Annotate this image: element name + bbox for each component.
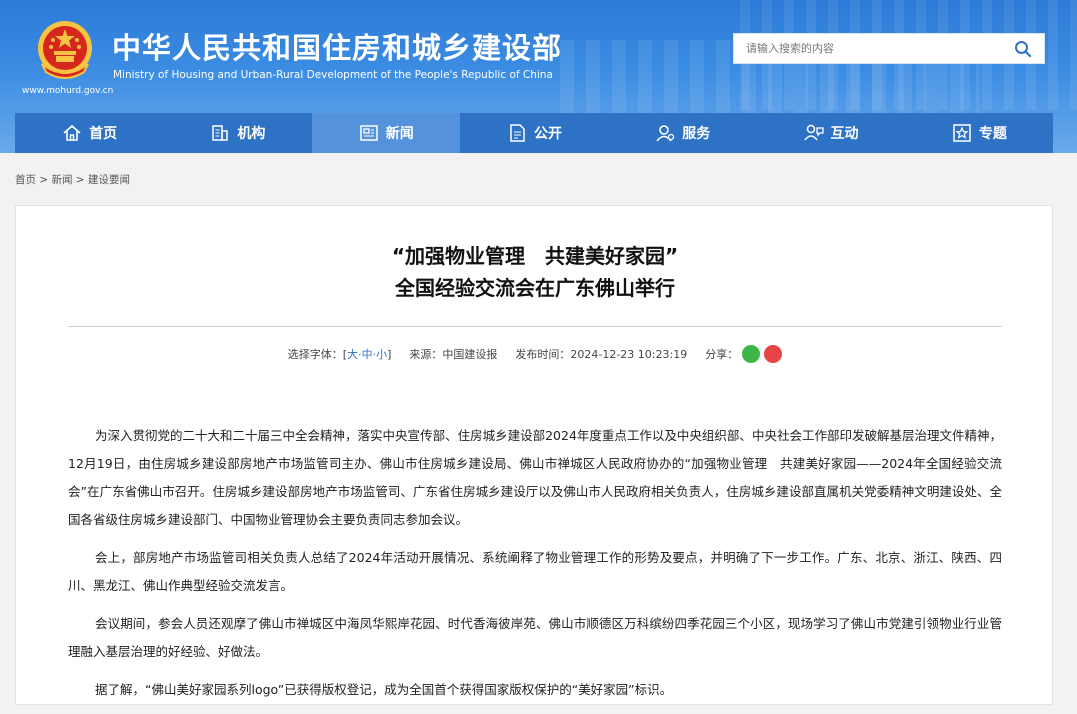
site-subtitle-english: Ministry of Housing and Urban-Rural Deve… — [113, 69, 553, 81]
nav-item-topics[interactable]: 专题 — [905, 113, 1053, 153]
news-icon — [359, 125, 378, 141]
article-title-line2: 全国经验交流会在广东佛山举行 — [395, 276, 675, 300]
article-title-line1: “加强物业管理 共建美好家园” — [391, 244, 679, 268]
font-size-label: 选择字体：[ — [287, 348, 348, 361]
article-meta: 选择字体：[ 大 · 中 · 小 ] 来源：中国建设报 发布时间：2024-12-2… — [16, 345, 1054, 363]
nav-label: 机构 — [237, 126, 266, 142]
article-paragraph: 为深入贯彻党的二十大和二十届三中全会精神，落实中央宣传部、住房城乡建设部2024… — [68, 428, 1002, 527]
nav-item-disclosure[interactable]: 公开 — [460, 113, 608, 153]
font-size-medium-link[interactable]: 中 — [362, 346, 373, 362]
user-service-icon — [656, 125, 675, 142]
article-source: 来源：中国建设报 — [409, 348, 498, 361]
interaction-icon — [803, 124, 824, 141]
share-label: 分享： — [705, 348, 739, 361]
star-icon — [953, 124, 971, 142]
font-size-small-link[interactable]: 小 — [376, 346, 387, 362]
nav-item-home[interactable]: 首页 — [15, 113, 163, 153]
nav-label: 专题 — [978, 126, 1007, 142]
font-size-bracket: ] — [387, 347, 392, 361]
breadcrumb[interactable]: 首页 > 新闻 > 建设要闻 — [15, 172, 130, 187]
nav-item-interaction[interactable]: 互动 — [756, 113, 904, 153]
nav-label: 首页 — [89, 126, 118, 142]
weibo-share-icon[interactable] — [764, 345, 783, 363]
publish-time: 发布时间：2024-12-23 10:23:19 — [515, 348, 688, 361]
building-icon — [212, 125, 229, 141]
nav-item-services[interactable]: 服务 — [608, 113, 756, 153]
nav-label: 新闻 — [385, 126, 414, 142]
home-icon — [63, 124, 81, 141]
nav-item-news[interactable]: 新闻 — [311, 113, 460, 153]
main-nav: 首页 机构 新闻 公开 服务 互动 专题 — [15, 113, 1053, 153]
article-paragraph: 会议期间，参会人员还观摩了佛山市禅城区中海凤华熙岸花园、时代香海彼岸苑、佛山市顺… — [68, 616, 1002, 659]
title-divider — [68, 326, 1002, 327]
nav-label: 服务 — [682, 126, 711, 142]
wechat-share-icon[interactable] — [742, 345, 761, 363]
font-size-large-link[interactable]: 大 — [347, 346, 358, 362]
article-paragraph: 会上，部房地产市场监管司相关负责人总结了2024年活动开展情况、系统阐释了物业管… — [68, 550, 1002, 593]
site-title[interactable]: 中华人民共和国住房和城乡建设部 — [112, 25, 562, 67]
nav-item-organization[interactable]: 机构 — [163, 113, 311, 153]
site-url[interactable]: www.mohurd.gov.cn — [22, 86, 113, 96]
national-emblem-icon[interactable] — [36, 20, 94, 82]
nav-label: 互动 — [830, 126, 859, 142]
search-icon[interactable] — [1014, 40, 1032, 58]
article-body: 为深入贯彻党的二十大和二十届三中全会精神，落实中央宣传部、住房城乡建设部2024… — [68, 422, 1002, 714]
nav-label: 公开 — [533, 126, 562, 142]
article-paragraph: 据了解，“佛山美好家园系列logo”已获得版权登记，成为全国首个获得国家版权保护… — [95, 682, 673, 697]
search-box — [733, 33, 1045, 64]
search-input[interactable] — [734, 34, 1004, 63]
article-card: “加强物业管理 共建美好家园” 全国经验交流会在广东佛山举行 选择字体：[ 大 ·… — [15, 205, 1053, 705]
document-icon — [510, 124, 525, 142]
